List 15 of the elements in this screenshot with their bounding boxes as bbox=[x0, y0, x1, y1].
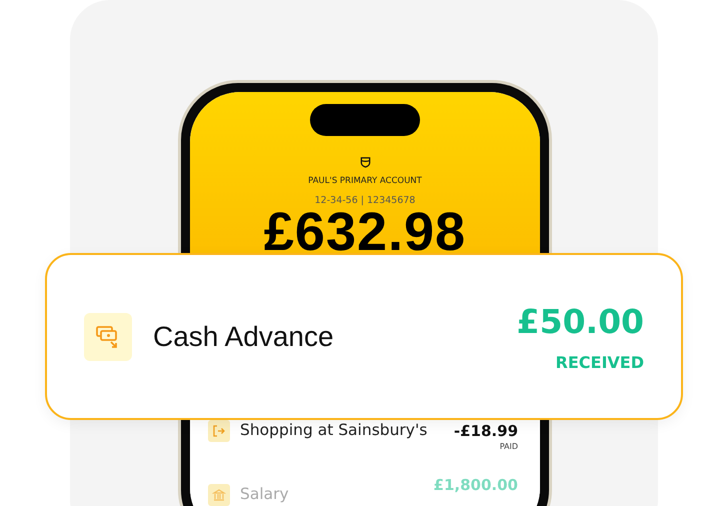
notification-status: RECEIVED bbox=[556, 352, 644, 372]
transaction-icon bbox=[208, 420, 230, 442]
transaction-title: Shopping at Sainsbury's bbox=[240, 420, 428, 439]
transaction-title: Salary bbox=[240, 484, 289, 503]
notification-amount: £50.00 bbox=[516, 302, 644, 340]
shield-icon bbox=[360, 156, 370, 168]
notification-title: Cash Advance bbox=[153, 320, 334, 352]
transaction-amount: -£18.99 bbox=[454, 422, 518, 440]
account-number: 12-34-56 | 12345678 bbox=[314, 195, 416, 206]
transaction-amount: £1,800.00 bbox=[434, 476, 518, 494]
cash-advance-icon bbox=[84, 312, 132, 360]
transaction-icon bbox=[208, 484, 230, 506]
transaction-status: PAID bbox=[500, 442, 518, 451]
account-name: PAUL'S PRIMARY ACCOUNT bbox=[308, 176, 422, 186]
account-balance: £632.98 bbox=[264, 210, 466, 256]
